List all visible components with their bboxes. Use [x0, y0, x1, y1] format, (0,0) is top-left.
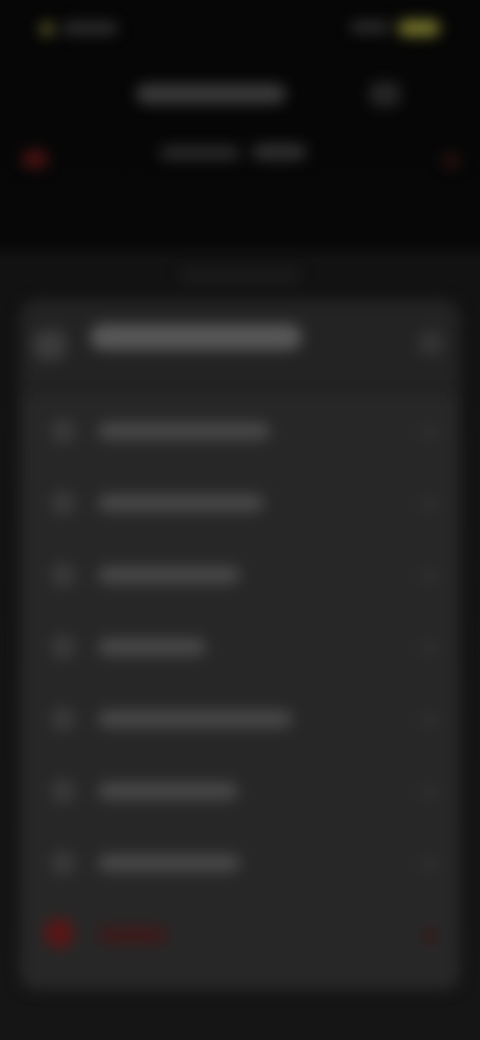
list-item[interactable] [20, 540, 460, 612]
sheet-header [20, 300, 460, 380]
menu-icon [52, 492, 74, 514]
list-item[interactable] [20, 684, 460, 756]
battery-icon [398, 20, 440, 36]
chevron-right-icon [424, 858, 436, 870]
status-time [62, 22, 118, 34]
menu-icon [52, 420, 74, 442]
list-item[interactable] [20, 396, 460, 468]
sheet-list [20, 396, 460, 990]
chevron-right-icon [424, 714, 436, 726]
header-right-icon[interactable] [442, 154, 460, 168]
sheet-handle[interactable] [180, 270, 300, 282]
list-item-label [98, 926, 168, 944]
header-subtitle-left [160, 146, 240, 160]
signal-icon [350, 22, 390, 32]
menu-icon [52, 636, 74, 658]
list-item-label [98, 422, 270, 440]
list-item-label [98, 782, 238, 800]
chevron-right-icon [424, 642, 436, 654]
chevron-right-icon [424, 498, 436, 510]
list-item-label [98, 638, 206, 656]
danger-icon [44, 918, 74, 948]
menu-icon [52, 564, 74, 586]
status-indicators [350, 18, 440, 38]
list-item-label [98, 710, 292, 728]
chevron-right-icon [424, 570, 436, 582]
chevron-right-icon [424, 930, 436, 942]
sheet-title [90, 324, 302, 350]
menu-icon [52, 780, 74, 802]
header-action-button[interactable] [370, 82, 400, 106]
menu-icon [52, 708, 74, 730]
list-item[interactable] [20, 828, 460, 900]
list-item-label [98, 566, 240, 584]
list-item[interactable] [20, 468, 460, 540]
sheet-header-icon [34, 330, 66, 360]
app-screen [0, 0, 480, 1040]
list-item[interactable] [20, 756, 460, 828]
close-icon[interactable] [418, 330, 444, 356]
page-title [136, 84, 286, 104]
menu-icon [52, 852, 74, 874]
header-subtitle-right [252, 144, 306, 160]
header-left-icon[interactable] [22, 150, 48, 168]
blurred-content [0, 0, 480, 1040]
list-item-label [98, 854, 240, 872]
app-header [0, 62, 480, 212]
chevron-right-icon [424, 786, 436, 798]
action-sheet [20, 300, 460, 990]
list-item[interactable] [20, 612, 460, 684]
chevron-right-icon [424, 426, 436, 438]
app-indicator-icon [40, 22, 54, 36]
status-bar [0, 0, 480, 56]
list-item-destructive[interactable] [20, 900, 460, 972]
list-item-label [98, 494, 264, 512]
